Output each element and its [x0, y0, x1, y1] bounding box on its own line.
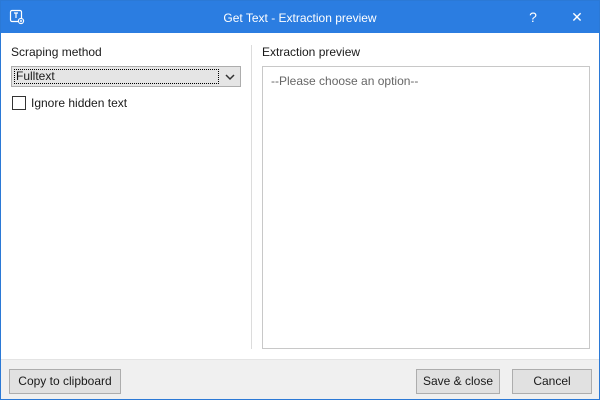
extraction-preview-box[interactable]: --Please choose an option-- — [262, 66, 590, 349]
ignore-hidden-checkbox[interactable] — [12, 96, 26, 110]
scraping-method-value: Fulltext — [16, 69, 55, 83]
help-button[interactable]: ? — [513, 1, 553, 33]
preview-placeholder: --Please choose an option-- — [271, 74, 419, 88]
save-and-close-button[interactable]: Save & close — [416, 369, 500, 394]
close-button[interactable]: ✕ — [557, 1, 597, 33]
scraping-method-select[interactable]: Fulltext — [11, 66, 241, 87]
dialog-footer: Copy to clipboard Save & close Cancel — [1, 359, 599, 399]
extraction-preview-label: Extraction preview — [262, 45, 361, 59]
dialog-window: Get Text - Extraction preview ? ✕ Scrapi… — [0, 0, 600, 400]
chevron-down-icon — [225, 74, 235, 81]
copy-to-clipboard-button[interactable]: Copy to clipboard — [9, 369, 121, 394]
cancel-button[interactable]: Cancel — [512, 369, 592, 394]
panel-divider — [251, 45, 252, 349]
ignore-hidden-label[interactable]: Ignore hidden text — [31, 96, 127, 110]
window-title: Get Text - Extraction preview — [223, 11, 377, 25]
scraping-method-label: Scraping method — [11, 45, 102, 59]
title-bar[interactable]: Get Text - Extraction preview ? ✕ — [1, 1, 599, 33]
